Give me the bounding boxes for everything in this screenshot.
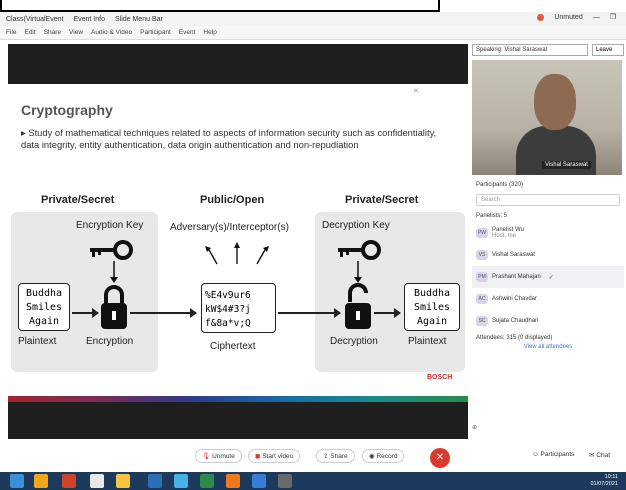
participants-header[interactable]: Participants (320): [472, 180, 624, 190]
menu-edit[interactable]: Edit: [24, 29, 35, 36]
participants-button[interactable]: ☺ Participants: [526, 449, 581, 463]
chat-button[interactable]: ✉ Chat: [583, 449, 616, 463]
participant-row[interactable]: PM Prashant Mahajan ✓: [472, 266, 624, 288]
speaker-face: [534, 74, 576, 130]
app-icon[interactable]: [226, 474, 240, 488]
plaintext-box-left: Buddha Smiles Again: [18, 283, 70, 331]
speaker-name: Vishal Saraswat: [542, 161, 591, 169]
decryption-label: Decryption: [330, 336, 378, 347]
side-panel-footer: ⊕: [472, 424, 624, 436]
mic-icon: 🎙: [202, 453, 211, 460]
participant-row[interactable]: SC Sujata Chaudhari: [472, 310, 624, 332]
start-icon[interactable]: [10, 474, 24, 488]
menu-event[interactable]: Event: [179, 29, 196, 36]
participant-row[interactable]: AC Ashwini Chavdar: [472, 288, 624, 310]
avatar: PM: [476, 272, 488, 282]
menu-help[interactable]: Help: [203, 29, 216, 36]
check-icon: ✓: [548, 274, 554, 281]
end-call-button[interactable]: ✕: [430, 448, 450, 468]
word-icon[interactable]: [148, 474, 162, 488]
menu-file[interactable]: File: [6, 29, 16, 36]
avatar: SC: [476, 316, 488, 326]
participants-panel: Participants (320) Search Panelists: 5 P…: [472, 180, 624, 350]
share-button[interactable]: ⇪ Share: [316, 449, 355, 463]
app-icon[interactable]: [252, 474, 266, 488]
app-icon[interactable]: [90, 474, 104, 488]
people-icon: ☺: [532, 451, 539, 458]
arrow-lock-to-cipher: [130, 308, 197, 318]
presentation-slide: ✕ Cryptography ▸ Study of mathematical t…: [8, 84, 468, 396]
arrow-plain-to-lock: [72, 308, 99, 318]
plaintext-label-right: Plaintext: [408, 336, 447, 347]
folder-icon[interactable]: [116, 474, 130, 488]
ciphertext-label: Ciphertext: [210, 341, 256, 352]
camera-icon: ◼: [255, 453, 261, 460]
participant-row[interactable]: PW Panelist Wu Host, me: [472, 222, 624, 244]
tab-class[interactable]: Class(VirtualEvent: [6, 16, 63, 23]
menu-audio-video[interactable]: Audio & Video: [91, 29, 132, 36]
app-icon[interactable]: [278, 474, 292, 488]
participant-search-input[interactable]: Search: [476, 194, 620, 206]
lock-open-icon: [345, 283, 371, 329]
key-icon-left: [90, 240, 133, 260]
key-icon-right: [338, 240, 381, 260]
avatar: VS: [476, 250, 488, 260]
attendees-section[interactable]: Attendees: 315 (0 displayed): [472, 332, 624, 344]
interceptor-arrows: [205, 242, 269, 265]
speaker-video[interactable]: Vishal Saraswat: [472, 60, 622, 175]
taskbar-clock: 10:11 01/07/2021: [590, 474, 618, 487]
tab-slide-menu[interactable]: Slide Menu Bar: [115, 16, 163, 23]
leave-button[interactable]: Leave: [592, 44, 624, 56]
minimize-icon[interactable]: —: [593, 14, 600, 21]
menu-participant[interactable]: Participant: [140, 29, 171, 36]
arrow-cipher-to-lock: [278, 308, 341, 318]
menu-share[interactable]: Share: [44, 29, 61, 36]
avatar: PW: [476, 228, 488, 238]
chat-icon: ✉: [589, 452, 595, 459]
slide-footer-stripe: [8, 396, 468, 402]
record-icon: ◉: [369, 453, 375, 460]
menu-view[interactable]: View: [69, 29, 83, 36]
share-icon: ⇪: [323, 453, 329, 460]
crop-box: [0, 0, 440, 12]
menu-bar: File Edit Share View Audio & Video Parti…: [0, 26, 626, 40]
start-video-button[interactable]: ◼ Start video: [248, 449, 301, 463]
screen: Class(VirtualEvent Event Info Slide Menu…: [0, 0, 626, 490]
encryption-label: Encryption: [86, 336, 134, 347]
plaintext-box-right: Buddha Smiles Again: [404, 283, 460, 331]
title-bar: Class(VirtualEvent Event Info Slide Menu…: [0, 12, 626, 26]
record-button[interactable]: ◉ Record: [362, 449, 405, 463]
unmute-button[interactable]: 🎙 Unmute: [195, 449, 242, 463]
recording-icon: [537, 13, 545, 21]
arrow-lock-to-plain: [374, 308, 401, 318]
plaintext-label-left: Plaintext: [18, 336, 57, 347]
speaking-indicator: Speaking: Vishal Saraswat: [472, 44, 588, 56]
avatar: AC: [476, 294, 488, 304]
panelists-section[interactable]: Panelists: 5: [472, 210, 624, 222]
tab-event-info[interactable]: Event Info: [73, 16, 105, 23]
restore-icon[interactable]: ❐: [610, 13, 616, 21]
lock-closed-icon: [101, 285, 127, 329]
app-icon[interactable]: [200, 474, 214, 488]
panel-options-icon[interactable]: ⊕: [472, 425, 477, 431]
browser-icon[interactable]: [34, 474, 48, 488]
view-all-attendees-link[interactable]: View all attendees: [472, 344, 624, 350]
bosch-logo: BOSCH: [427, 374, 453, 381]
app-icon[interactable]: [62, 474, 76, 488]
app-icon[interactable]: [174, 474, 188, 488]
recording-status[interactable]: Unmuted: [554, 14, 582, 21]
participant-row[interactable]: VS Vishal Saraswat: [472, 244, 624, 266]
ciphertext-box: %E4v9ur6 kW$4#3?j f&8a*v;Q: [201, 283, 276, 333]
